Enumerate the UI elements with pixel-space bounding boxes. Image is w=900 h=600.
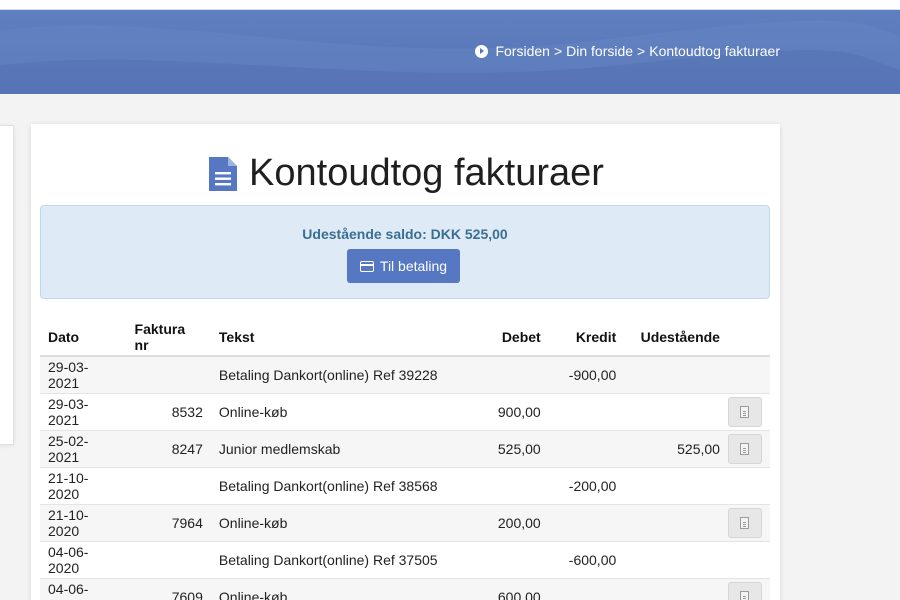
header-credit: Kredit — [548, 319, 625, 357]
view-invoice-button[interactable] — [727, 581, 762, 600]
cell-debit: 900,00 — [471, 392, 549, 430]
cell-invoice-number: 7964 — [126, 503, 211, 541]
statement-table: Dato Faktura nr Tekst Debet Kredit Udest… — [40, 319, 770, 600]
cell-text: Betaling Dankort(online) Ref 38568 — [210, 466, 472, 504]
cell-text: Junior medlemskab — [210, 429, 472, 467]
cell-actions — [727, 429, 770, 467]
cell-outstanding — [624, 392, 728, 430]
cell-text: Online-køb — [210, 503, 472, 541]
cell-date: 29-03-2021 — [40, 355, 127, 393]
cell-text: Online-køb — [210, 392, 472, 430]
cell-debit: 200,00 — [471, 503, 549, 541]
header-text: Tekst — [210, 319, 472, 357]
breadcrumb-separator: > — [553, 43, 563, 59]
cell-actions — [727, 392, 770, 430]
page-title-text: Kontoudtog fakturaer — [249, 152, 604, 194]
outstanding-balance-alert: Udestående saldo: DKK 525,00 Til betalin… — [40, 205, 770, 299]
cell-actions — [727, 355, 770, 393]
view-invoice-button[interactable] — [727, 433, 762, 464]
cell-date: 04-06-2020 — [40, 540, 127, 578]
cell-debit — [471, 355, 549, 393]
left-side-panel — [0, 125, 14, 445]
cell-credit — [548, 503, 625, 541]
cell-outstanding — [624, 503, 728, 541]
table-row: 29-03-2021 8532 Online-køb 900,00 — [40, 392, 770, 430]
cell-credit — [548, 392, 625, 430]
cell-actions — [727, 466, 770, 504]
header-debit: Debet — [471, 319, 549, 357]
cell-text: Betaling Dankort(online) Ref 37505 — [210, 540, 472, 578]
top-strip — [0, 0, 900, 10]
table-row: 04-06-2020 Betaling Dankort(online) Ref 3… — [40, 540, 770, 578]
cell-invoice-number — [126, 466, 211, 504]
cell-outstanding: 525,00 — [624, 429, 728, 467]
cell-outstanding — [624, 355, 728, 393]
cell-debit: 525,00 — [471, 429, 549, 467]
cell-date: 21-10-2020 — [40, 503, 127, 541]
cell-invoice-number: 8532 — [126, 392, 211, 430]
header-outstanding: Udestående — [624, 319, 728, 357]
table-row: 21-10-2020 Betaling Dankort(online) Ref 3… — [40, 466, 770, 504]
cell-invoice-number: 7609 — [126, 577, 211, 600]
file-icon — [740, 405, 750, 418]
cell-date: 25-02-2021 — [40, 429, 127, 467]
cell-text: Online-køb — [210, 577, 472, 600]
breadcrumb-current: Kontoudtog fakturaer — [649, 43, 780, 59]
cell-debit — [471, 540, 549, 578]
cell-date: 29-03-2021 — [40, 392, 127, 430]
file-icon — [740, 516, 750, 529]
chevron-circle-right-icon — [475, 44, 489, 58]
cell-invoice-number — [126, 540, 211, 578]
header-banner: Forsiden > Din forside > Kontoudtog fakt… — [0, 10, 900, 94]
cell-actions — [727, 503, 770, 541]
document-icon — [207, 155, 239, 193]
cell-credit — [548, 577, 625, 600]
header-invoice-number: Faktura nr — [126, 319, 211, 357]
breadcrumb-my-page[interactable]: Din forside — [566, 43, 633, 59]
breadcrumb: Forsiden > Din forside > Kontoudtog fakt… — [475, 43, 780, 59]
cell-text: Betaling Dankort(online) Ref 39228 — [210, 355, 472, 393]
statement-card: Kontoudtog fakturaer Udestående saldo: D… — [31, 124, 780, 600]
credit-card-icon — [359, 260, 374, 272]
file-icon — [740, 590, 750, 600]
page-title: Kontoudtog fakturaer — [31, 152, 780, 195]
cell-date: 21-10-2020 — [40, 466, 127, 504]
file-icon — [740, 442, 750, 455]
pay-button[interactable]: Til betaling — [347, 249, 460, 283]
outstanding-balance-text: Udestående saldo: DKK 525,00 — [302, 226, 508, 242]
cell-outstanding — [624, 540, 728, 578]
breadcrumb-home[interactable]: Forsiden — [495, 43, 549, 59]
table-row: 25-02-2021 8247 Junior medlemskab 525,00 525… — [40, 429, 770, 467]
cell-invoice-number: 8247 — [126, 429, 211, 467]
table-row: 21-10-2020 7964 Online-køb 200,00 — [40, 503, 770, 541]
cell-debit — [471, 466, 549, 504]
cell-credit — [548, 429, 625, 467]
cell-actions — [727, 577, 770, 600]
cell-actions — [727, 540, 770, 578]
cell-credit: -200,00 — [548, 466, 625, 504]
cell-date: 04-06-2020 — [40, 577, 127, 600]
header-actions — [727, 319, 770, 357]
view-invoice-button[interactable] — [727, 396, 762, 427]
header-date: Dato — [40, 319, 127, 357]
cell-outstanding — [624, 577, 728, 600]
cell-outstanding — [624, 466, 728, 504]
cell-credit: -600,00 — [548, 540, 625, 578]
table-row: 04-06-20207609Online-køb600,00 — [40, 577, 770, 600]
breadcrumb-separator: > — [637, 43, 646, 59]
view-invoice-button[interactable] — [727, 507, 762, 538]
cell-credit: -900,00 — [548, 355, 625, 393]
table-header-row: Dato Faktura nr Tekst Debet Kredit Udest… — [40, 319, 770, 357]
cell-invoice-number — [126, 355, 211, 393]
pay-button-label: Til betaling — [379, 258, 448, 274]
cell-debit: 600,00 — [471, 577, 549, 600]
table-row: 29-03-2021 Betaling Dankort(online) Ref 3… — [40, 355, 770, 393]
